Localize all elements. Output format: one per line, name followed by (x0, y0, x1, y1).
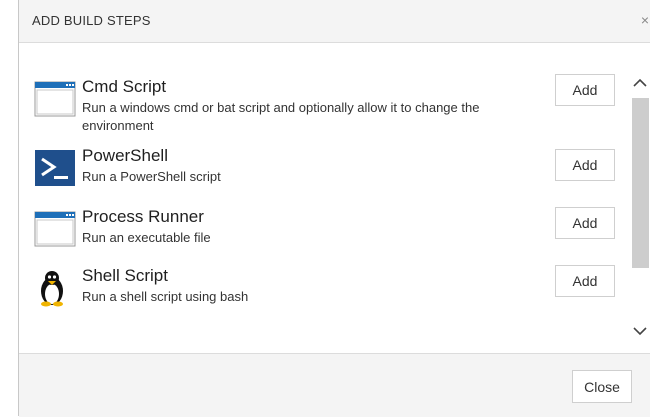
add-process-runner-button[interactable]: Add (555, 207, 615, 239)
step-description: Run an executable file (82, 230, 211, 245)
dialog-header: ADD BUILD STEPS × (19, 0, 650, 43)
chevron-up-icon[interactable] (629, 73, 650, 93)
step-description: Run a PowerShell script (82, 169, 221, 184)
step-name: Cmd Script (82, 77, 167, 96)
window-icon (34, 81, 76, 117)
chevron-down-icon[interactable] (629, 321, 650, 341)
powershell-icon (35, 150, 75, 186)
step-description: Run a shell script using bash (82, 289, 249, 304)
scrollbar-thumb[interactable] (632, 98, 649, 268)
dialog-title: ADD BUILD STEPS (32, 13, 151, 28)
add-cmd-script-button[interactable]: Add (555, 74, 615, 106)
background-edge (0, 0, 18, 416)
step-description: Run a windows cmd or bat script and opti… (82, 100, 480, 133)
steps-list: Cmd Script Run a windows cmd or bat scri… (19, 43, 650, 353)
close-icon[interactable]: × (641, 12, 649, 28)
window-icon (34, 211, 76, 247)
add-powershell-button[interactable]: Add (555, 149, 615, 181)
step-name: PowerShell (82, 146, 168, 165)
add-shell-script-button[interactable]: Add (555, 265, 615, 297)
penguin-icon (41, 271, 63, 307)
step-name: Process Runner (82, 207, 204, 226)
dialog-footer: Close (19, 353, 650, 417)
step-name: Shell Script (82, 266, 168, 285)
add-build-steps-dialog: ADD BUILD STEPS × Cmd Script Run a windo… (18, 0, 650, 417)
close-button[interactable]: Close (572, 370, 632, 403)
scrollbar[interactable] (629, 73, 650, 341)
